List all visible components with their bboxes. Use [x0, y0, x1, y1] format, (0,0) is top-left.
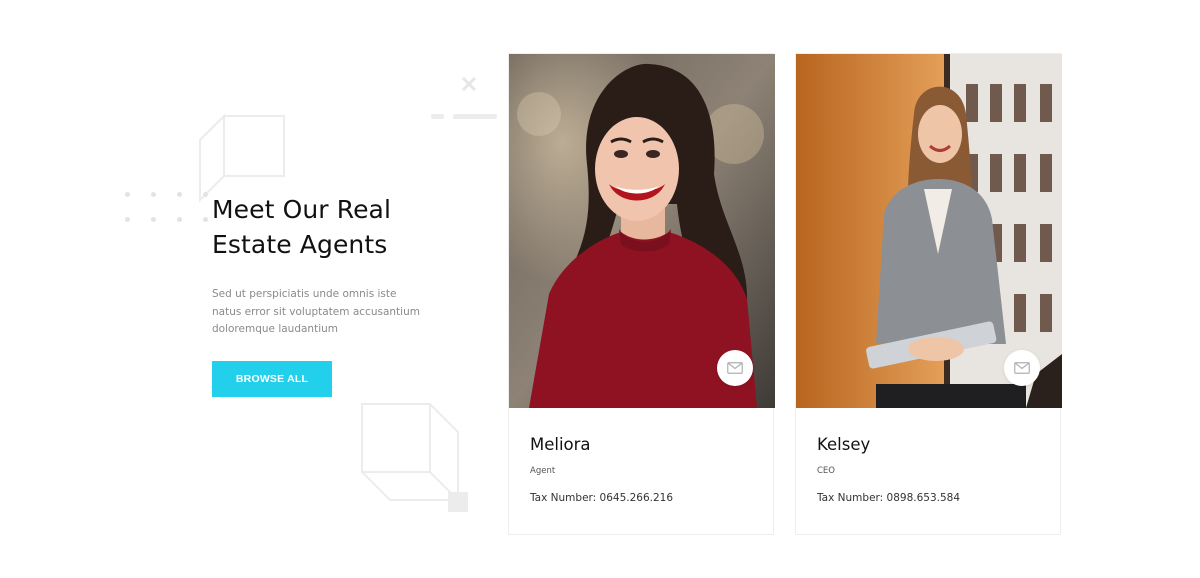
section-description: Sed ut perspiciatis unde omnis iste natu…	[212, 288, 420, 336]
agent-photo	[509, 54, 775, 408]
decorative-dash	[431, 114, 444, 119]
intro-section: Meet Our Real Estate Agents Sed ut persp…	[212, 192, 472, 339]
decorative-dot	[177, 217, 182, 222]
agent-photo	[796, 54, 1062, 408]
contact-mail-button[interactable]	[1004, 350, 1040, 386]
section-title: Meet Our Real Estate Agents	[212, 192, 472, 262]
agent-role: Agent	[530, 466, 556, 476]
decorative-dot	[203, 217, 208, 222]
agent-tax-number: Tax Number: 0645.266.216	[530, 492, 674, 504]
decorative-dot	[151, 192, 156, 197]
mail-icon	[1014, 362, 1030, 374]
section-title-line1: Meet Our Real	[212, 195, 392, 224]
decorative-dot	[151, 217, 156, 222]
decorative-cube-top	[198, 113, 288, 204]
decorative-dot	[125, 192, 130, 197]
agent-tax-number: Tax Number: 0898.653.584	[817, 492, 961, 504]
decorative-dot	[125, 217, 130, 222]
agent-info: Kelsey CEO Tax Number: 0898.653.584	[796, 408, 1060, 505]
section-title-line2: Estate Agents	[212, 230, 388, 259]
agent-card-meliora[interactable]: Meliora Agent Tax Number: 0645.266.216	[508, 53, 775, 535]
agent-info: Meliora Agent Tax Number: 0645.266.216	[509, 408, 773, 505]
decorative-dot	[203, 192, 208, 197]
decorative-dot	[177, 192, 182, 197]
decorative-dash	[453, 114, 497, 119]
agent-role: CEO	[817, 466, 835, 476]
decorative-cross	[461, 76, 477, 92]
mail-icon	[727, 362, 743, 374]
decorative-cube-bottom	[360, 402, 472, 514]
agent-name[interactable]: Meliora	[530, 434, 752, 456]
contact-mail-button[interactable]	[717, 350, 753, 386]
browse-all-button[interactable]: BROWSE ALL	[212, 361, 332, 397]
agent-card-kelsey[interactable]: Kelsey CEO Tax Number: 0898.653.584	[795, 53, 1062, 535]
agent-name[interactable]: Kelsey	[817, 434, 1039, 456]
